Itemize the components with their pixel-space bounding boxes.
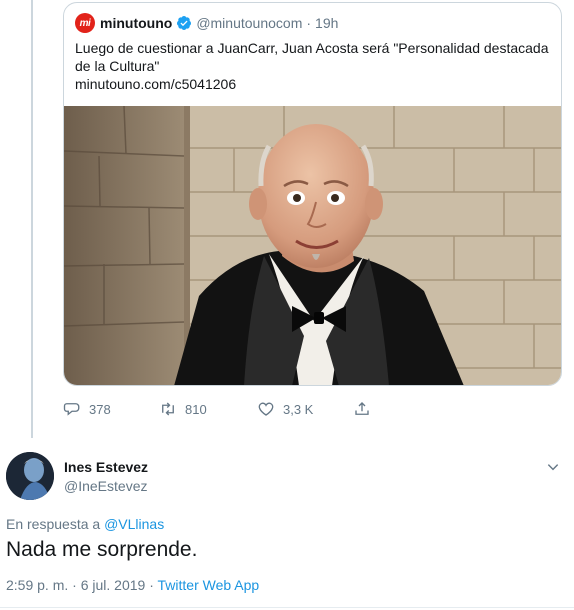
reply-author-name[interactable]: Ines Estevez xyxy=(64,459,148,475)
quoted-tweet-time[interactable]: 19h xyxy=(315,15,338,31)
like-action[interactable]: 3,3 K xyxy=(257,400,353,418)
retweet-icon xyxy=(162,402,174,416)
quoted-tweet-photo[interactable] xyxy=(64,106,561,385)
quoted-account-handle[interactable]: @minutounocom xyxy=(196,15,302,31)
quoted-tweet-text: Luego de cuestionar a JuanCarr, Juan Aco… xyxy=(75,39,553,93)
minutouno-logo[interactable]: mi xyxy=(75,13,95,33)
quoted-text-line-2: de la Cultura" xyxy=(75,58,160,74)
man-in-tuxedo-photo-icon xyxy=(64,106,561,385)
divider xyxy=(0,607,574,608)
like-icon xyxy=(258,402,274,416)
tweet-metadata: 2:59 p. m. · 6 jul. 2019 · Twitter Web A… xyxy=(6,577,259,593)
retweet-count: 810 xyxy=(185,401,207,417)
profile-photo-icon xyxy=(6,452,54,500)
header-separator: · xyxy=(306,15,312,31)
thread-connector-line xyxy=(31,0,33,438)
share-icon xyxy=(355,402,369,415)
quoted-tweet-header: mi minutouno @minutounocom · 19h xyxy=(75,12,338,34)
avatar[interactable] xyxy=(6,452,54,500)
reply-icon xyxy=(63,403,80,416)
tweet-timestamp[interactable]: 2:59 p. m. · 6 jul. 2019 · xyxy=(6,577,154,593)
quoted-account-name[interactable]: minutouno xyxy=(100,15,172,31)
retweet-action[interactable]: 810 xyxy=(159,400,257,418)
in-reply-to-prefix: En respuesta a xyxy=(6,516,101,532)
verified-badge-icon xyxy=(177,16,192,30)
chevron-down-icon[interactable] xyxy=(546,460,560,474)
quoted-text-line-1: Luego de cuestionar a JuanCarr, Juan Aco… xyxy=(75,40,549,56)
reply-count: 378 xyxy=(89,401,111,417)
in-reply-to-mention[interactable]: @VLlinas xyxy=(104,516,164,532)
reply-action[interactable]: 378 xyxy=(63,400,159,418)
tweet-actions-bar: 378 810 3,3 K xyxy=(63,398,379,420)
share-action[interactable] xyxy=(353,400,379,418)
quoted-tweet-link[interactable]: minutouno.com/c5041206 xyxy=(75,75,553,93)
reply-tweet-text: Nada me sorprende. xyxy=(6,538,198,561)
tweet-source-link[interactable]: Twitter Web App xyxy=(158,577,260,593)
like-count: 3,3 K xyxy=(283,401,314,417)
in-reply-to-line: En respuesta a @VLlinas xyxy=(6,516,164,532)
quoted-tweet-card[interactable]: mi minutouno @minutounocom · 19h Luego d… xyxy=(63,2,562,386)
reply-author-handle[interactable]: @IneEstevez xyxy=(64,478,147,494)
